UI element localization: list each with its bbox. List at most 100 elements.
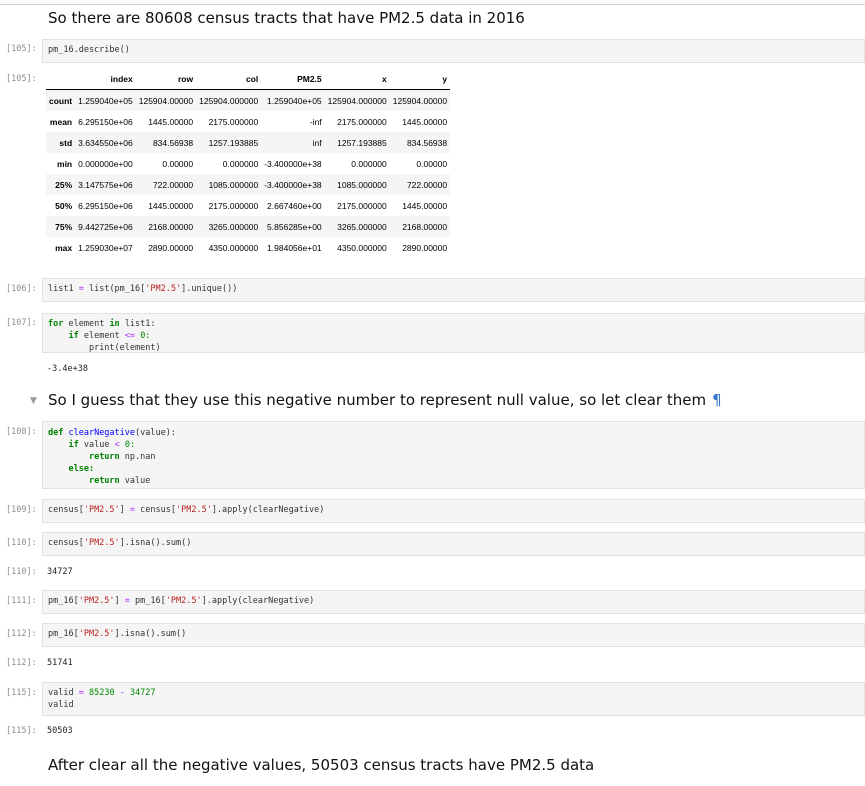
cell-107-input-prompt: [107]: (6, 318, 37, 328)
table-cell: 2168.00000 (148, 221, 194, 232)
code-token: .apply(clearNegative) (216, 505, 325, 515)
col-header: y (389, 69, 451, 90)
code-token: 85230 (88, 688, 115, 698)
code-token: ] (119, 505, 125, 515)
code-token: element (68, 319, 105, 329)
code-token: = (78, 284, 84, 294)
code-token: pm_16[ (48, 596, 79, 606)
collapse-arrow-icon[interactable]: ▼ (30, 396, 37, 406)
row-label: 50% (55, 200, 73, 211)
code-token: def (48, 428, 64, 438)
table-corner (46, 69, 76, 90)
table-cell: 3.634550e+06 (78, 137, 133, 148)
top-border (0, 0, 865, 5)
code-token: 'PM2.5' (83, 505, 120, 515)
code-token: ] (114, 596, 120, 606)
row-label: min (57, 158, 73, 169)
table-cell: 2175.000000 (337, 116, 387, 127)
code-token: .isna().sum() (119, 629, 187, 639)
cell-110-output-prompt: [110]: (6, 567, 37, 577)
table-cell: 1085.000000 (337, 179, 387, 190)
table-cell: 1.259040e+05 (267, 95, 322, 106)
heading-text: So I guess that they use this negative n… (48, 391, 707, 409)
code-token: (value): (135, 428, 176, 438)
cell-105-code[interactable]: pm_16.describe() (42, 39, 865, 63)
table-cell: 834.56938 (406, 137, 448, 148)
table-cell: 125904.00000 (138, 95, 194, 106)
row-label: std (59, 137, 73, 148)
table-row: max 1.259030e+07 2890.00000 4350.000000 … (46, 237, 450, 258)
code-token: 'PM2.5' (83, 538, 120, 548)
code-token: 0: (140, 331, 151, 341)
row-label: 75% (55, 221, 73, 232)
code-token: value (83, 440, 110, 450)
cell-112-code[interactable]: pm_16['PM2.5'].isna().sum() (42, 623, 865, 647)
table-cell: 6.295150e+06 (78, 116, 133, 127)
markdown-heading-negative: So I guess that they use this negative n… (48, 391, 722, 409)
table-cell: 2890.00000 (148, 242, 194, 253)
cell-108-code[interactable]: def clearNegative(value): if value < 0: … (42, 421, 865, 489)
row-label: 25% (55, 179, 73, 190)
code-token: ].unique()) (181, 284, 238, 294)
table-cell: 9.442725e+06 (78, 221, 133, 232)
code-token: list1: (124, 319, 156, 329)
table-cell: 722.00000 (152, 179, 194, 190)
table-cell: 6.295150e+06 (78, 200, 133, 211)
code-text: pm_16.describe() (48, 45, 130, 55)
code-token: for (48, 319, 64, 329)
code-token: census[ (48, 538, 84, 548)
cell-111-code[interactable]: pm_16['PM2.5'] = pm_16['PM2.5'].apply(cl… (42, 590, 865, 614)
code-token: census[ (48, 505, 84, 515)
table-cell: 1.259030e+07 (78, 242, 133, 253)
table-row: std 3.634550e+06 834.56938 1257.193885 i… (46, 132, 451, 153)
code-token: 34727 (129, 688, 156, 698)
describe-table: index row col PM2.5 x y count 1.259040e+… (46, 69, 451, 258)
table-cell: 125904.000000 (327, 95, 387, 106)
table-cell: -inf (309, 116, 322, 127)
cell-115-input-prompt: [115]: (6, 688, 37, 698)
cell-111-input-prompt: [111]: (6, 596, 37, 606)
table-cell: 5.856285e+00 (267, 221, 322, 232)
code-token: 'PM2.5' (78, 629, 115, 639)
col-header: x (324, 69, 390, 90)
code-token: valid (48, 688, 74, 698)
cell-112-output: 51741 (47, 658, 73, 668)
cell-106-input-prompt: [106]: (6, 284, 37, 294)
table-cell: 2.667460e+00 (267, 200, 322, 211)
table-cell: 0.00000 (416, 158, 448, 169)
code-token: <= (124, 331, 136, 341)
anchor-link-icon[interactable]: ¶ (712, 391, 722, 409)
table-cell: 1.984056e+01 (267, 242, 322, 253)
table-cell: 0.000000 (351, 158, 387, 169)
table-cell: -3.400000e+38 (264, 179, 322, 190)
table-cell: 722.00000 (406, 179, 448, 190)
table-cell: 1.259040e+05 (78, 95, 133, 106)
table-row: count 1.259040e+05 125904.00000 125904.0… (46, 89, 451, 111)
table-cell: 3265.000000 (208, 221, 259, 232)
code-token: = (124, 596, 130, 606)
cell-110-code[interactable]: census['PM2.5'].isna().sum() (42, 532, 865, 556)
table-cell: 2175.000000 (208, 116, 259, 127)
table-cell: 0.000000 (222, 158, 259, 169)
cell-112-output-prompt: [112]: (6, 658, 37, 668)
code-token: element (83, 331, 120, 341)
code-token: 'PM2.5' (145, 284, 182, 294)
table-cell: 1445.00000 (148, 200, 194, 211)
table-row: mean 6.295150e+06 1445.00000 2175.000000… (46, 111, 450, 132)
code-token: np.nan (124, 452, 156, 462)
code-token: list1 (48, 284, 74, 294)
col-header: index (75, 69, 136, 90)
cell-106-code[interactable]: list1 = list(pm_16['PM2.5'].unique()) (42, 278, 865, 302)
code-token: print(element) (88, 343, 161, 353)
cell-109-code[interactable]: census['PM2.5'] = census['PM2.5'].apply(… (42, 499, 865, 523)
table-cell: 4350.000000 (337, 242, 387, 253)
cell-115-code[interactable]: valid = 85230 - 34727 valid (42, 682, 865, 716)
cell-112-input-prompt: [112]: (6, 629, 37, 639)
table-cell: 0.000000e+00 (78, 158, 133, 169)
code-token: if (68, 331, 79, 341)
table-cell: 1085.000000 (208, 179, 259, 190)
col-header: PM2.5 (261, 69, 325, 90)
table-cell: 1445.00000 (402, 200, 448, 211)
table-cell: 1445.00000 (402, 116, 448, 127)
cell-107-code[interactable]: for element in list1: if element <= 0: p… (42, 313, 865, 353)
